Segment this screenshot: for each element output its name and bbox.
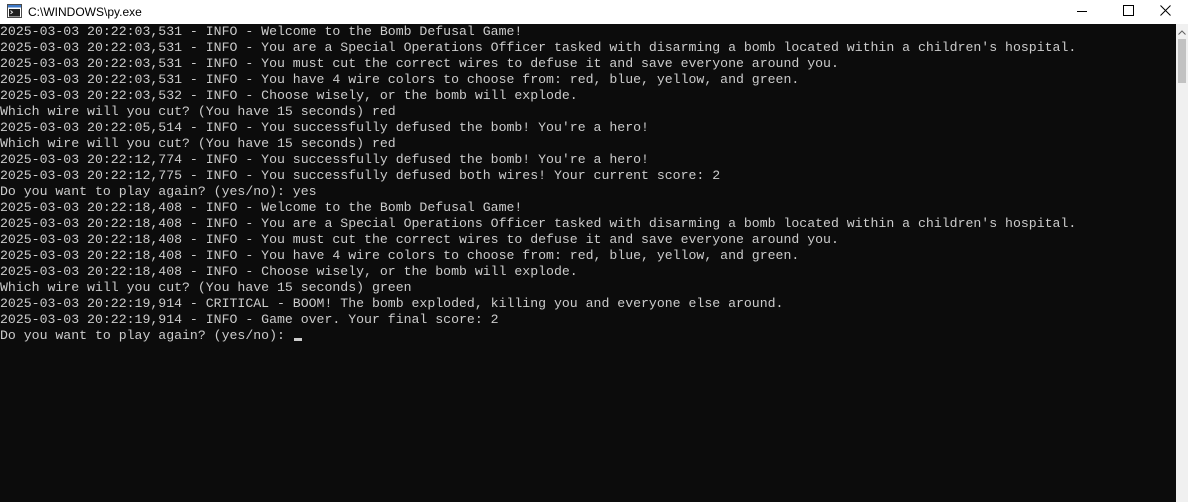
console-line: 2025-03-03 20:22:03,531 - INFO - You hav… bbox=[0, 72, 800, 87]
console-output[interactable]: 2025-03-03 20:22:03,531 - INFO - Welcome… bbox=[0, 24, 1176, 502]
console-line: 2025-03-03 20:22:12,774 - INFO - You suc… bbox=[0, 152, 649, 167]
console-line: Do you want to play again? (yes/no): yes bbox=[0, 184, 317, 199]
close-button[interactable] bbox=[1142, 0, 1188, 24]
minimize-icon bbox=[1077, 3, 1087, 21]
console-line: 2025-03-03 20:22:19,914 - INFO - Game ov… bbox=[0, 312, 499, 327]
console-line: 2025-03-03 20:22:18,408 - INFO - You hav… bbox=[0, 248, 800, 263]
text-cursor bbox=[293, 338, 302, 341]
chevron-up-icon bbox=[1178, 22, 1186, 40]
console-line: 2025-03-03 20:22:03,531 - INFO - You mus… bbox=[0, 56, 839, 71]
scroll-up-button[interactable] bbox=[1176, 24, 1188, 38]
input-prompt: Do you want to play again? (yes/no): bbox=[0, 328, 293, 343]
console-line: 2025-03-03 20:22:18,408 - INFO - You mus… bbox=[0, 232, 839, 247]
console-line: Which wire will you cut? (You have 15 se… bbox=[0, 104, 396, 119]
vertical-scrollbar[interactable] bbox=[1176, 24, 1188, 502]
console-line: 2025-03-03 20:22:03,531 - INFO - Welcome… bbox=[0, 24, 523, 39]
console-line: 2025-03-03 20:22:19,914 - CRITICAL - BOO… bbox=[0, 296, 784, 311]
console-line: 2025-03-03 20:22:18,408 - INFO - You are… bbox=[0, 216, 1077, 231]
window-title: C:\WINDOWS\py.exe bbox=[28, 5, 142, 19]
console-line: Which wire will you cut? (You have 15 se… bbox=[0, 136, 396, 151]
console-line: 2025-03-03 20:22:18,408 - INFO - Welcome… bbox=[0, 200, 523, 215]
console-window: C:\WINDOWS\py.exe 2025-03-03 20:22:03,53… bbox=[0, 0, 1188, 502]
title-bar[interactable]: C:\WINDOWS\py.exe bbox=[0, 0, 1188, 24]
maximize-icon bbox=[1122, 3, 1134, 21]
console-line: 2025-03-03 20:22:12,775 - INFO - You suc… bbox=[0, 168, 721, 183]
scrollbar-thumb[interactable] bbox=[1178, 39, 1186, 83]
console-line: Which wire will you cut? (You have 15 se… bbox=[0, 280, 412, 295]
input-prompt-line[interactable]: Do you want to play again? (yes/no): bbox=[0, 328, 1176, 344]
minimize-button[interactable] bbox=[1059, 0, 1105, 24]
console-app-icon[interactable] bbox=[7, 4, 22, 18]
close-icon bbox=[1159, 3, 1171, 21]
console-line: 2025-03-03 20:22:03,532 - INFO - Choose … bbox=[0, 88, 578, 103]
console-line: 2025-03-03 20:22:18,408 - INFO - Choose … bbox=[0, 264, 578, 279]
console-line: 2025-03-03 20:22:05,514 - INFO - You suc… bbox=[0, 120, 649, 135]
console-line: 2025-03-03 20:22:03,531 - INFO - You are… bbox=[0, 40, 1077, 55]
